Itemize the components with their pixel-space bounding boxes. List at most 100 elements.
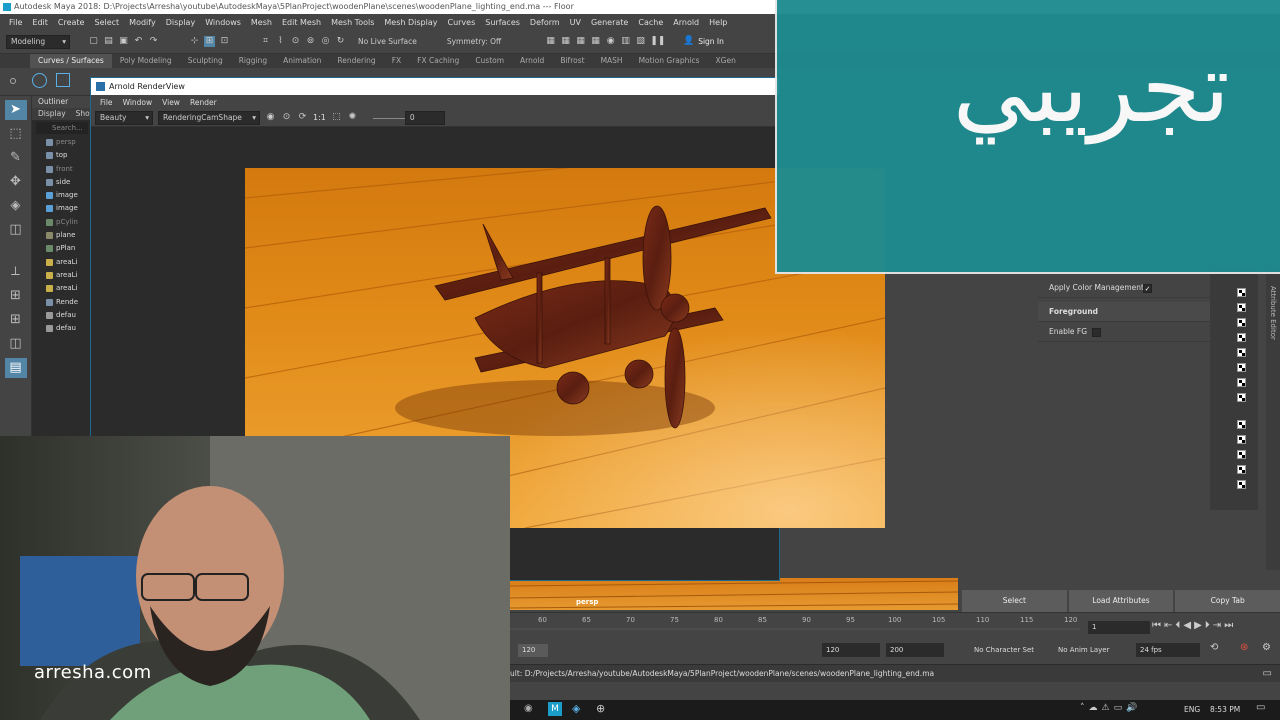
outliner-item[interactable]: Rende (32, 296, 92, 309)
script-editor-icon[interactable]: ▭ (1263, 665, 1272, 683)
end-time-field[interactable]: 120 (822, 643, 880, 657)
menu-surfaces[interactable]: Surfaces (480, 18, 525, 27)
outliner-item[interactable]: image (32, 189, 92, 202)
copy-tab-button[interactable]: Copy Tab (1175, 590, 1280, 612)
paint-select-icon[interactable]: ✎ (5, 148, 27, 168)
symmetry-label[interactable]: Symmetry: Off (447, 37, 501, 46)
outliner-item[interactable]: areaLi (32, 269, 92, 282)
renderview-menu-render[interactable]: Render (185, 98, 222, 107)
shelf-tab-poly-modeling[interactable]: Poly Modeling (112, 54, 180, 68)
menu-deform[interactable]: Deform (525, 18, 565, 27)
mode-dropdown[interactable]: Modeling ▾ (6, 34, 70, 49)
outliner-item[interactable]: side (32, 176, 92, 189)
fps-dropdown[interactable]: 24 fps (1136, 643, 1200, 657)
play-forward-icon[interactable]: ▶ (1194, 620, 1205, 631)
crop-region-icon[interactable]: ⬚ (331, 112, 342, 123)
renderview-menu-file[interactable]: File (95, 98, 118, 107)
app-icon[interactable]: ⊕ (596, 702, 605, 715)
shelf-tab-xgen[interactable]: XGen (708, 54, 744, 68)
load-attributes-button[interactable]: Load Attributes (1068, 590, 1174, 612)
menu-mesh-tools[interactable]: Mesh Tools (326, 18, 379, 27)
snap-surface-icon[interactable]: ◎ (320, 36, 331, 47)
outliner-item[interactable]: pPlan (32, 242, 92, 255)
shelf-tab-animation[interactable]: Animation (275, 54, 329, 68)
show-manipulator-icon[interactable]: ⟂ (5, 262, 27, 282)
menu-modify[interactable]: Modify (124, 18, 161, 27)
step-forward-key-icon[interactable]: ⇥ (1213, 620, 1224, 631)
snap-curve-icon[interactable]: ⌇ (275, 36, 286, 47)
browser-icon[interactable]: ◈ (572, 702, 580, 715)
pause-icon[interactable]: ❚❚ (650, 36, 665, 47)
menu-arnold[interactable]: Arnold (668, 18, 704, 27)
persp-viewport[interactable]: persp (510, 578, 958, 610)
checker-icon[interactable] (1237, 303, 1246, 312)
menu-cache[interactable]: Cache (633, 18, 668, 27)
undo-icon[interactable]: ↶ (133, 36, 144, 47)
menu-create[interactable]: Create (53, 18, 90, 27)
checker-icon[interactable] (1237, 318, 1246, 327)
shelf-tab-motion-graphics[interactable]: Motion Graphics (631, 54, 708, 68)
menu-mesh-display[interactable]: Mesh Display (379, 18, 442, 27)
aov-dropdown[interactable]: Beauty ▾ (95, 110, 153, 125)
render-region-icon[interactable]: ◉ (265, 112, 276, 123)
shelf-tab-fx[interactable]: FX (384, 54, 409, 68)
render-frame-icon[interactable]: ▦ (545, 36, 556, 47)
select-object-icon[interactable]: ⊞ (204, 36, 215, 47)
outliner-menu-display[interactable]: Display (38, 108, 66, 120)
select-component-icon[interactable]: ⊡ (219, 36, 230, 47)
menu-select[interactable]: Select (89, 18, 124, 27)
nurbs-square-icon[interactable] (56, 73, 70, 87)
menu-file[interactable]: File (4, 18, 27, 27)
select-hierarchy-icon[interactable]: ⊹ (189, 36, 200, 47)
outliner-item[interactable]: persp (32, 136, 92, 149)
two-view-icon[interactable]: ◫ (5, 334, 27, 354)
checker-icon[interactable] (1237, 393, 1246, 402)
nurbs-circle-icon[interactable] (32, 73, 47, 88)
loop-icon[interactable]: ⟲ (1210, 642, 1218, 653)
light-editor-icon[interactable]: ▧ (635, 36, 646, 47)
shelf-tab-mash[interactable]: MASH (593, 54, 631, 68)
menu-mesh[interactable]: Mesh (246, 18, 277, 27)
render-setup-icon[interactable]: ▥ (620, 36, 631, 47)
language-indicator[interactable]: ENG (1184, 705, 1200, 714)
single-view-icon[interactable]: ⊞ (5, 286, 27, 306)
menu-display[interactable]: Display (161, 18, 201, 27)
live-surface-label[interactable]: No Live Surface (358, 37, 417, 46)
outliner-item[interactable]: top (32, 149, 92, 162)
checker-icon[interactable] (1237, 348, 1246, 357)
renderview-menu-view[interactable]: View (157, 98, 185, 107)
checker-icon[interactable] (1237, 420, 1246, 429)
range-end-handle[interactable]: 120 (518, 644, 548, 657)
shelf-tab-fx-caching[interactable]: FX Caching (409, 54, 467, 68)
open-scene-icon[interactable]: ▤ (103, 36, 114, 47)
lasso-tool-icon[interactable]: ⬚ (5, 124, 27, 144)
snap-grid-icon[interactable]: ⌗ (260, 36, 271, 47)
character-set-dropdown[interactable]: No Character Set (956, 643, 1042, 657)
menu-edit[interactable]: Edit (27, 18, 53, 27)
shelf-tab-curves-surfaces[interactable]: Curves / Surfaces (30, 54, 112, 68)
notifications-icon[interactable]: ▭ (1256, 702, 1265, 713)
rotate-tool-icon[interactable]: ◈ (5, 196, 27, 216)
play-back-icon[interactable]: ◀ (1183, 620, 1194, 631)
shelf-tab-rigging[interactable]: Rigging (231, 54, 275, 68)
outliner-item[interactable]: image (32, 202, 92, 215)
attribute-editor-tab[interactable]: Attribute Editor (1266, 270, 1280, 570)
outliner-item[interactable]: defau (32, 309, 92, 322)
checker-icon[interactable] (1237, 288, 1246, 297)
camera-dropdown[interactable]: RenderingCamShape ▾ (158, 110, 260, 125)
outliner-item[interactable]: front (32, 163, 92, 176)
renderview-menu-window[interactable]: Window (118, 98, 158, 107)
menu-windows[interactable]: Windows (200, 18, 246, 27)
outliner-layout-icon[interactable]: ▤ (4, 358, 27, 378)
exposure-icon[interactable]: ✺ (347, 112, 358, 123)
foreground-section-header[interactable]: Foreground (1038, 302, 1210, 322)
checker-icon[interactable] (1237, 363, 1246, 372)
shelf-tab-bifrost[interactable]: Bifrost (552, 54, 592, 68)
scale-tool-icon[interactable]: ◫ (5, 220, 27, 240)
enable-fg-checkbox[interactable] (1092, 328, 1101, 337)
maya-taskbar-icon[interactable]: M (548, 702, 562, 716)
four-view-icon[interactable]: ⊞ (5, 310, 27, 330)
command-line[interactable]: ult: D:/Projects/Arresha/youtube/Autodes… (510, 664, 1280, 682)
checker-icon[interactable] (1237, 333, 1246, 342)
save-scene-icon[interactable]: ▣ (118, 36, 129, 47)
